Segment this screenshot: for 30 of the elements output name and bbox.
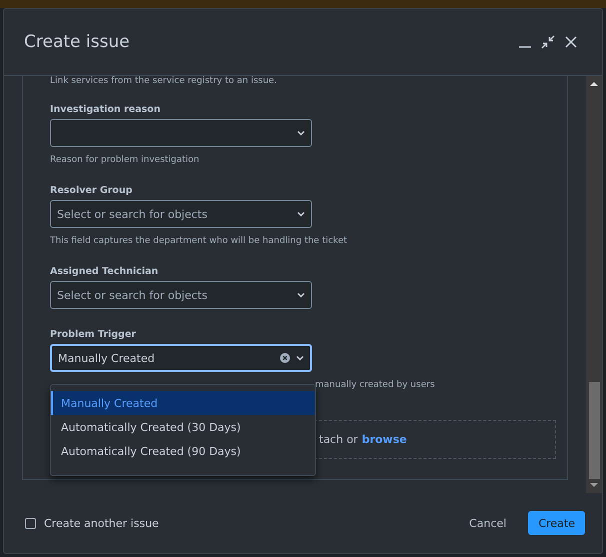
field-label: Assigned Technician [50, 266, 160, 277]
dropdown-option[interactable]: Manually Created [51, 391, 315, 415]
cancel-button[interactable]: Cancel [459, 510, 516, 536]
field-label: Resolver Group [50, 185, 134, 196]
chevron-down-icon [297, 130, 305, 136]
dialog-title: Create issue [24, 32, 131, 52]
field-help-text: manually created by users [314, 380, 436, 390]
select-field[interactable] [50, 119, 312, 147]
scrollbar-thumb[interactable] [588, 382, 600, 479]
browse-link[interactable]: browse [362, 433, 407, 446]
select-field[interactable]: Select or search for objects [50, 200, 312, 228]
dropdown-option[interactable]: Automatically Created (90 Days) [51, 439, 315, 463]
field-label: Investigation reason [50, 104, 162, 115]
create-button[interactable]: Create [528, 511, 585, 535]
field-label: Problem Trigger [50, 329, 137, 340]
section-description: Link services from the service registry to an issue. [50, 76, 278, 86]
minimize-icon [519, 46, 531, 48]
select-field[interactable]: Manually Created [50, 344, 312, 372]
clear-icon[interactable] [280, 353, 290, 363]
chevron-down-icon [296, 355, 304, 361]
select-field[interactable]: Select or search for objects [50, 281, 312, 309]
dropdown-option[interactable]: Automatically Created (30 Days) [51, 415, 315, 439]
field-help-text: Reason for problem investigation [50, 155, 200, 165]
scrollbar[interactable] [586, 76, 602, 493]
field-help-text: This field captures the department who will be handling the ticket [50, 236, 348, 246]
checkbox-label: Create another issue [44, 516, 160, 530]
chevron-down-icon [297, 211, 305, 217]
chevron-down-icon [297, 292, 305, 298]
dropzone-text: tach or [319, 433, 358, 446]
checkbox[interactable] [25, 518, 36, 528]
